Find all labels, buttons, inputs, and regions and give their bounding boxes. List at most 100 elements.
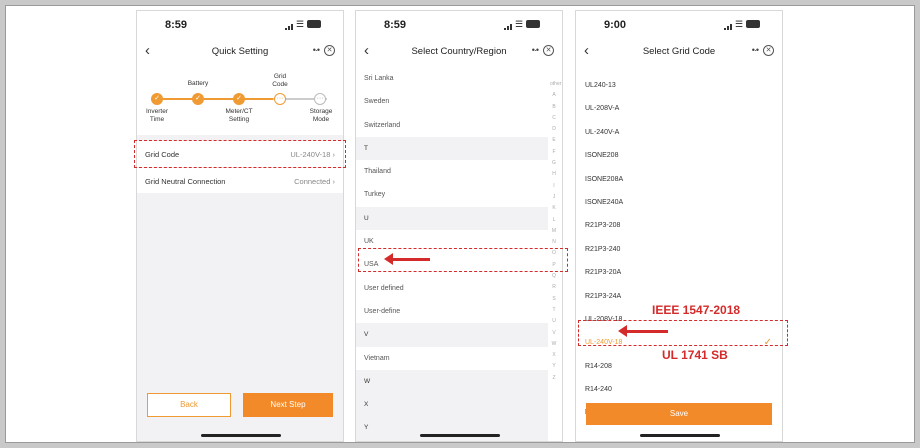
wifi-icon: ☰ <box>735 19 744 29</box>
alphabet-letter[interactable]: V <box>550 328 558 339</box>
phone-quick-setting: 8:59 ☰ ‹ Quick Setting •·• ✕ ✓ ✓ ✓ ··· ·… <box>136 10 344 442</box>
nav-bar: ‹ Select Grid Code •·• ✕ <box>576 37 782 67</box>
grid-code-item[interactable]: UL-208V-A <box>576 97 782 121</box>
grid-code-label: R21P3-240 <box>585 245 621 253</box>
alphabet-index[interactable]: other A B C D E F G H I J K L M N O P Q R S T U V W X Y Z <box>550 79 561 384</box>
step-check-icon: ✓ <box>233 93 245 105</box>
country-item[interactable]: Switzerland <box>356 113 548 137</box>
close-circle-icon[interactable]: ✕ <box>763 45 774 56</box>
alphabet-letter[interactable]: G <box>550 158 558 169</box>
grid-code-item[interactable]: R21P3-240 <box>576 237 782 262</box>
home-indicator <box>420 434 500 437</box>
more-icon[interactable]: •·• <box>752 45 759 55</box>
section-header: U <box>356 206 548 231</box>
nav-bar: ‹ Select Country/Region •·• ✕ <box>356 37 562 67</box>
alphabet-letter[interactable]: H <box>550 169 558 180</box>
status-icons: ☰ <box>285 19 321 30</box>
home-indicator <box>201 434 281 437</box>
grid-code-item[interactable]: R21P3-208 <box>576 214 782 238</box>
close-circle-icon[interactable]: ✕ <box>543 45 554 56</box>
alphabet-letter[interactable]: B <box>550 102 558 113</box>
grid-neutral-label: Grid Neutral Connection <box>145 177 226 186</box>
alphabet-letter[interactable]: Z <box>550 373 558 384</box>
grid-code-item[interactable]: ISONE240A <box>576 190 782 215</box>
step-label-grid-code: Grid Code <box>272 73 288 88</box>
wifi-icon: ☰ <box>515 19 524 29</box>
step-current-icon: ··· <box>274 93 286 105</box>
alphabet-letter[interactable]: D <box>550 124 558 135</box>
alphabet-letter[interactable]: C <box>550 113 558 124</box>
alphabet-letter[interactable]: I <box>550 181 558 192</box>
country-item[interactable]: User-define <box>356 299 548 324</box>
grid-code-item[interactable]: UL-240V-A <box>576 120 782 145</box>
status-bar: 8:59 ☰ <box>137 11 343 37</box>
grid-code-item[interactable]: ISONE208 <box>576 144 782 168</box>
alphabet-letter[interactable]: M <box>550 226 558 237</box>
alphabet-letter[interactable]: R <box>550 282 558 293</box>
save-button[interactable]: Save <box>586 403 772 425</box>
back-button[interactable]: Back <box>147 393 231 417</box>
signal-icon <box>285 24 293 30</box>
grid-code-item[interactable]: UL240-13 <box>576 74 782 98</box>
country-item[interactable]: User defined <box>356 276 548 300</box>
alphabet-letter[interactable]: S <box>550 294 558 305</box>
highlight-ul-240v-18 <box>578 320 788 346</box>
grid-code-label: R21P3-24A <box>585 292 622 300</box>
alphabet-letter[interactable]: E <box>550 135 558 146</box>
step-label-battery: Battery <box>187 80 209 87</box>
close-circle-icon[interactable]: ✕ <box>324 45 335 56</box>
alphabet-letter[interactable]: L <box>550 215 558 226</box>
highlight-grid-code <box>134 140 346 168</box>
grid-code-label: ISONE240A <box>585 198 624 206</box>
alphabet-letter[interactable]: T <box>550 305 558 316</box>
status-icons: ☰ <box>724 19 760 30</box>
step-label-meter: Meter/CT Setting <box>225 108 253 123</box>
grid-code-list: UL240-13 UL-208V-A UL-240V-A ISONE208 ISONE2… <box>576 74 782 425</box>
grid-code-item[interactable]: ISONE208A <box>576 167 782 191</box>
grid-neutral-row[interactable]: Grid Neutral Connection Connected › <box>137 167 343 193</box>
country-item[interactable]: Thailand <box>356 160 548 184</box>
country-item[interactable]: Sri Lanka <box>356 67 548 91</box>
alphabet-letter[interactable]: W <box>550 339 558 350</box>
alphabet-letter[interactable]: J <box>550 192 558 203</box>
grid-code-label: ISONE208A <box>585 175 624 183</box>
step-label-inverter-time: Inverter Time <box>145 108 169 123</box>
alphabet-letter[interactable]: Y <box>550 361 558 372</box>
step-label-storage: Storage Mode <box>309 108 333 123</box>
status-bar: 8:59 ☰ <box>356 11 562 37</box>
alphabet-letter[interactable]: K <box>550 203 558 214</box>
country-item[interactable]: Vietnam <box>356 346 548 370</box>
signal-icon <box>504 24 512 30</box>
home-indicator <box>640 434 720 437</box>
step-todo-icon: ··· <box>314 93 326 105</box>
alphabet-letter[interactable]: N <box>550 237 558 248</box>
alphabet-letter[interactable]: A <box>550 90 558 101</box>
section-header: T <box>356 136 548 161</box>
grid-code-label: UL-240V-A <box>585 128 620 136</box>
step-check-icon: ✓ <box>151 93 163 105</box>
alphabet-letter[interactable]: Q <box>550 271 558 282</box>
alphabet-letter[interactable]: X <box>550 350 558 361</box>
section-header: V <box>356 323 548 347</box>
grid-code-label: R14-208 <box>585 362 612 370</box>
status-icons: ☰ <box>504 19 540 30</box>
grid-code-item[interactable]: R21P3-20A <box>576 261 782 285</box>
red-arrow-usa <box>384 253 430 265</box>
alphabet-letter[interactable]: U <box>550 316 558 327</box>
grid-code-label: UL240-13 <box>585 82 616 89</box>
alphabet-letter[interactable]: F <box>550 147 558 158</box>
phone-select-grid-code: 9:00 ☰ ‹ Select Grid Code •·• ✕ UL240-13… <box>575 10 783 442</box>
country-item[interactable]: Turkey <box>356 183 548 207</box>
grid-code-item[interactable]: R14-240 <box>576 378 782 402</box>
country-item[interactable]: Sweden <box>356 90 548 114</box>
grid-code-label: R14-240 <box>585 386 612 394</box>
step-check-icon: ✓ <box>192 93 204 105</box>
next-step-button[interactable]: Next Step <box>243 393 333 417</box>
grid-code-label: ISONE208 <box>585 152 619 160</box>
annotation-ul1741: UL 1741 SB <box>662 348 728 362</box>
more-icon[interactable]: •·• <box>532 45 539 55</box>
alphabet-letter[interactable]: other <box>550 79 561 90</box>
status-time: 8:59 <box>384 19 407 31</box>
section-header: W <box>356 369 548 394</box>
more-icon[interactable]: •·• <box>313 45 320 55</box>
